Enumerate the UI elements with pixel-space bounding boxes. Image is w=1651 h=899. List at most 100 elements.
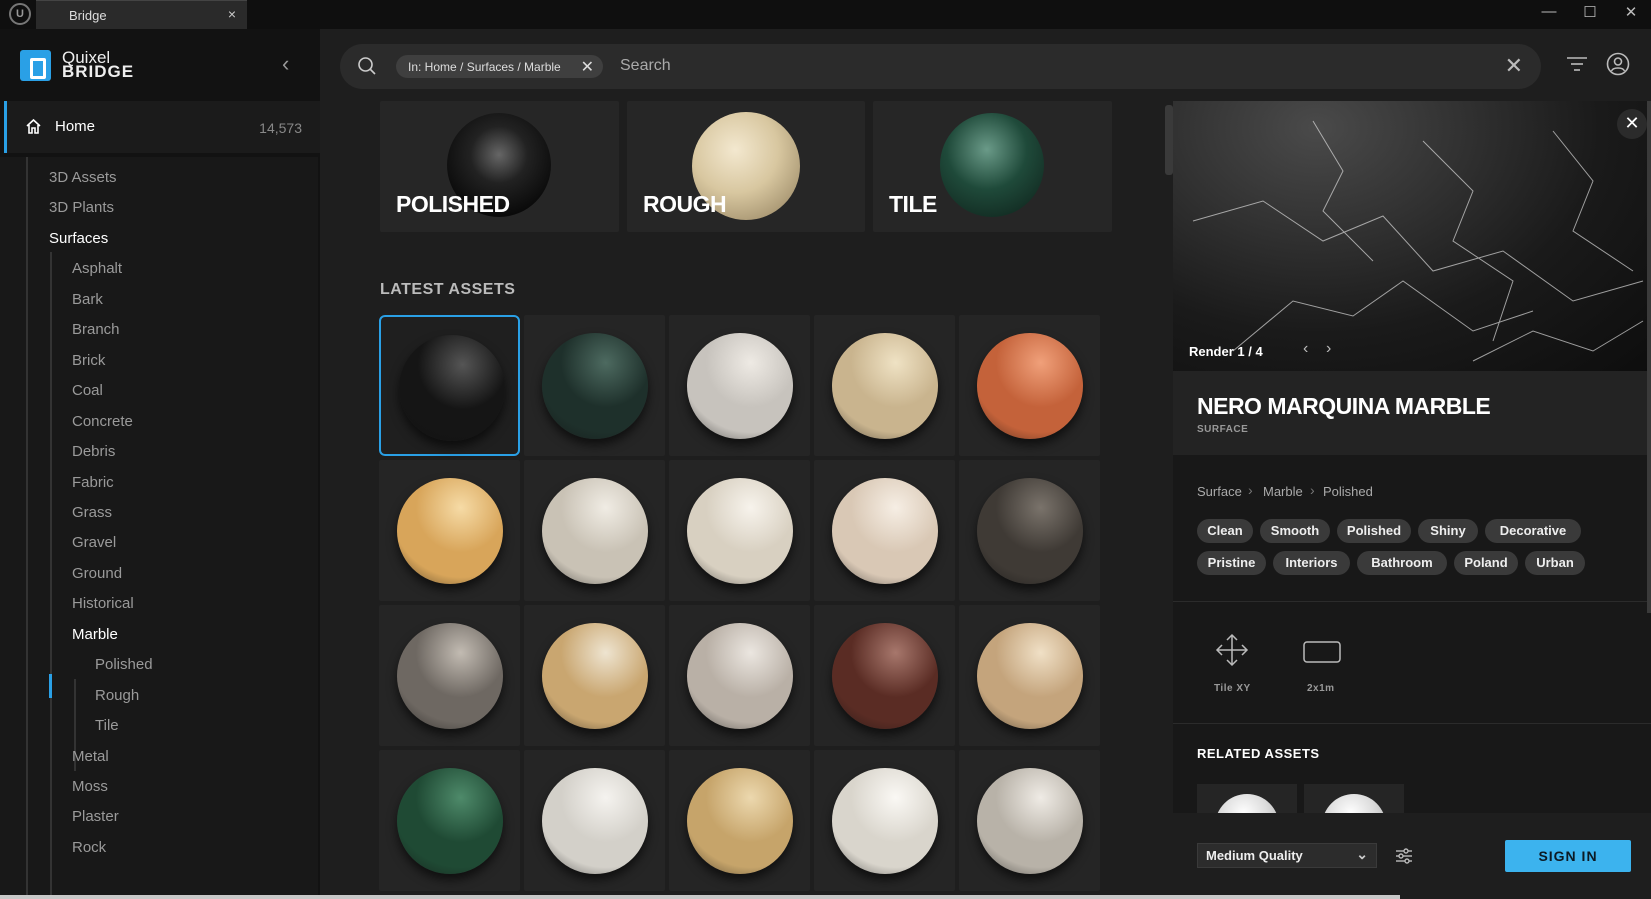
asset-tile[interactable] bbox=[959, 460, 1100, 601]
asset-tile[interactable] bbox=[379, 750, 520, 891]
related-sphere bbox=[1322, 794, 1386, 814]
sidebar-item-home[interactable]: Home 14,573 bbox=[4, 101, 320, 153]
prev-render-icon[interactable]: ‹ bbox=[1303, 340, 1308, 358]
search-input[interactable]: Search bbox=[620, 57, 671, 75]
home-icon bbox=[26, 118, 41, 134]
asset-tile[interactable] bbox=[669, 605, 810, 746]
sidebar-item-branch[interactable]: Branch bbox=[72, 321, 120, 338]
asset-tile[interactable] bbox=[814, 750, 955, 891]
close-window-button[interactable]: ✕ bbox=[1616, 3, 1646, 21]
sidebar-item-grass[interactable]: Grass bbox=[72, 504, 112, 521]
tag-shiny[interactable]: Shiny bbox=[1418, 519, 1478, 543]
sidebar-item-fabric[interactable]: Fabric bbox=[72, 474, 114, 491]
collapse-sidebar-icon[interactable]: ‹ bbox=[282, 51, 289, 77]
tab-label: Bridge bbox=[69, 8, 107, 23]
search-scope-chip[interactable]: In: Home / Surfaces / Marble ✕ bbox=[396, 55, 603, 78]
minimize-button[interactable]: — bbox=[1534, 3, 1564, 20]
sidebar-item-polished[interactable]: Polished bbox=[95, 656, 153, 673]
asset-tile[interactable] bbox=[379, 605, 520, 746]
asset-tile[interactable] bbox=[669, 315, 810, 456]
related-asset-thumb[interactable] bbox=[1197, 784, 1297, 814]
sidebar-item-rough[interactable]: Rough bbox=[95, 687, 139, 704]
sidebar-item-debris[interactable]: Debris bbox=[72, 443, 115, 460]
sidebar-item-asphalt[interactable]: Asphalt bbox=[72, 260, 122, 277]
asset-tile[interactable] bbox=[814, 605, 955, 746]
sidebar-item-brick[interactable]: Brick bbox=[72, 352, 105, 369]
asset-tile[interactable] bbox=[524, 460, 665, 601]
sidebar-item-concrete[interactable]: Concrete bbox=[72, 413, 133, 430]
sidebar-item-moss[interactable]: Moss bbox=[72, 778, 108, 795]
grid-scrollbar[interactable] bbox=[1165, 105, 1173, 175]
breadcrumb-marble[interactable]: Marble bbox=[1263, 484, 1303, 499]
asset-tile[interactable] bbox=[959, 315, 1100, 456]
sign-in-button[interactable]: SIGN IN bbox=[1505, 840, 1631, 872]
category-sphere bbox=[940, 113, 1044, 217]
tag-smooth[interactable]: Smooth bbox=[1260, 519, 1330, 543]
asset-sphere bbox=[399, 335, 505, 441]
tag-poland[interactable]: Poland bbox=[1454, 551, 1518, 575]
asset-tile[interactable] bbox=[379, 460, 520, 601]
asset-tile[interactable] bbox=[959, 605, 1100, 746]
tag-urban[interactable]: Urban bbox=[1525, 551, 1585, 575]
sidebar: Quixel BRIDGE ‹ Home 14,573 3D Assets 3D … bbox=[0, 29, 320, 899]
search-bar[interactable]: In: Home / Surfaces / Marble ✕ Search ✕ bbox=[340, 44, 1541, 89]
sidebar-item-ground[interactable]: Ground bbox=[72, 565, 122, 582]
asset-tile[interactable] bbox=[379, 315, 520, 456]
tag-polished[interactable]: Polished bbox=[1337, 519, 1411, 543]
asset-type: SURFACE bbox=[1197, 424, 1249, 435]
asset-tile[interactable] bbox=[959, 750, 1100, 891]
asset-tile[interactable] bbox=[814, 315, 955, 456]
asset-sphere bbox=[542, 623, 648, 729]
maximize-button[interactable]: ☐ bbox=[1575, 3, 1605, 21]
detail-footer: Medium Quality ⌄ SIGN IN bbox=[1173, 813, 1651, 899]
tab-bridge[interactable]: Bridge × bbox=[36, 0, 247, 29]
category-card-rough[interactable]: ROUGH bbox=[627, 101, 865, 232]
sidebar-item-3d-assets[interactable]: 3D Assets bbox=[49, 169, 117, 186]
asset-tile[interactable] bbox=[814, 460, 955, 601]
asset-tile[interactable] bbox=[524, 605, 665, 746]
tag-clean[interactable]: Clean bbox=[1197, 519, 1253, 543]
filter-icon[interactable] bbox=[1566, 54, 1588, 74]
sidebar-item-metal[interactable]: Metal bbox=[72, 748, 109, 765]
sidebar-item-tile[interactable]: Tile bbox=[95, 717, 119, 734]
category-card-polished[interactable]: POLISHED bbox=[380, 101, 619, 232]
detail-scrollbar[interactable] bbox=[1647, 101, 1651, 613]
sidebar-item-marble[interactable]: Marble bbox=[72, 626, 118, 643]
asset-tile[interactable] bbox=[669, 460, 810, 601]
sidebar-item-historical[interactable]: Historical bbox=[72, 595, 134, 612]
sidebar-item-3d-plants[interactable]: 3D Plants bbox=[49, 199, 114, 216]
tag-interiors[interactable]: Interiors bbox=[1273, 551, 1350, 575]
divider bbox=[1173, 601, 1651, 602]
tree-guide-line bbox=[26, 157, 28, 899]
tag-bathroom[interactable]: Bathroom bbox=[1357, 551, 1447, 575]
close-detail-button[interactable]: ✕ bbox=[1617, 109, 1647, 139]
breadcrumb-polished[interactable]: Polished bbox=[1323, 484, 1373, 499]
sidebar-item-bark[interactable]: Bark bbox=[72, 291, 103, 308]
brand-line2: BRIDGE bbox=[62, 62, 135, 81]
active-marker bbox=[49, 674, 52, 698]
asset-detail-panel: ✕ Render 1 / 4 ‹ › NERO MARQUINA MARBLE … bbox=[1173, 101, 1651, 899]
next-render-icon[interactable]: › bbox=[1326, 340, 1331, 358]
tab-close-icon[interactable]: × bbox=[228, 6, 236, 22]
asset-tile[interactable] bbox=[524, 315, 665, 456]
clear-search-icon[interactable]: ✕ bbox=[1505, 53, 1523, 79]
asset-sphere bbox=[977, 768, 1083, 874]
download-settings-icon[interactable] bbox=[1395, 847, 1413, 865]
asset-sphere bbox=[832, 333, 938, 439]
sidebar-item-surfaces[interactable]: Surfaces bbox=[49, 230, 108, 247]
asset-tile[interactable] bbox=[669, 750, 810, 891]
asset-tile[interactable] bbox=[524, 750, 665, 891]
chip-remove-icon[interactable]: ✕ bbox=[581, 57, 594, 77]
sidebar-item-coal[interactable]: Coal bbox=[72, 382, 103, 399]
related-asset-thumb[interactable] bbox=[1304, 784, 1404, 814]
sidebar-item-plaster[interactable]: Plaster bbox=[72, 808, 119, 825]
account-icon[interactable] bbox=[1606, 52, 1630, 76]
breadcrumb-surface[interactable]: Surface bbox=[1197, 484, 1242, 499]
category-card-tile[interactable]: TILE bbox=[873, 101, 1112, 232]
tag-pristine[interactable]: Pristine bbox=[1197, 551, 1266, 575]
quality-select[interactable]: Medium Quality ⌄ bbox=[1197, 843, 1377, 868]
sidebar-item-gravel[interactable]: Gravel bbox=[72, 534, 116, 551]
tag-decorative[interactable]: Decorative bbox=[1485, 519, 1581, 543]
sidebar-item-rock[interactable]: Rock bbox=[72, 839, 106, 856]
asset-sphere bbox=[832, 623, 938, 729]
